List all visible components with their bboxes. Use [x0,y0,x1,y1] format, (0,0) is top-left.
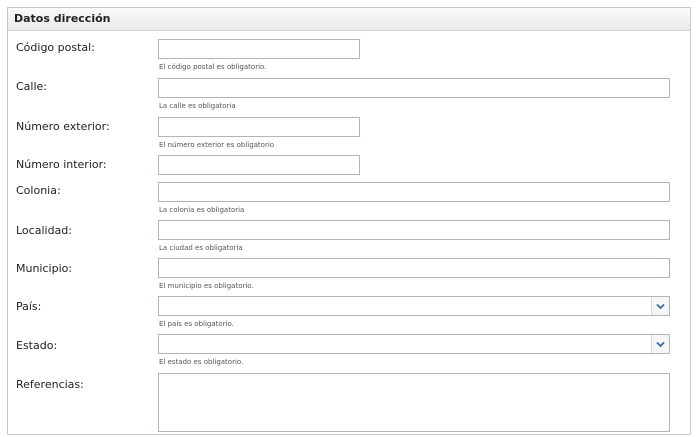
referencias-textarea[interactable] [158,373,670,432]
chevron-down-icon [656,341,665,347]
estado-hint: El estado es obligatorio. [159,358,244,366]
codigo-postal-hint: El código postal es obligatorio. [159,63,267,71]
localidad-label: Localidad: [16,224,72,237]
calle-hint: La calle es obligatoria [159,102,236,110]
estado-select[interactable] [158,334,670,354]
calle-input[interactable] [158,78,670,98]
colonia-input[interactable] [158,182,670,202]
numero-interior-input[interactable] [158,155,360,175]
localidad-input[interactable] [158,220,670,240]
panel-header: Datos dirección [8,8,690,31]
pais-select[interactable] [158,296,670,316]
chevron-down-icon [656,303,665,309]
localidad-hint: La ciudad es obligatoria [159,244,243,252]
codigo-postal-label: Código postal: [16,41,95,54]
municipio-input[interactable] [158,258,670,278]
numero-interior-label: Número interior: [16,158,107,171]
estado-label: Estado: [16,339,58,352]
pais-label: País: [16,300,42,313]
colonia-hint: La colonia es obligatoria [159,206,245,214]
pais-dropdown-button[interactable] [651,297,669,315]
municipio-hint: El municipio es obligatorio. [159,282,254,290]
estado-dropdown-button[interactable] [651,335,669,353]
municipio-label: Municipio: [16,262,73,275]
numero-exterior-label: Número exterior: [16,120,110,133]
codigo-postal-input[interactable] [158,39,360,59]
numero-exterior-input[interactable] [158,117,360,137]
address-panel: Datos dirección Código postal: El código… [7,7,691,435]
pais-hint: El país es obligatorio. [159,320,234,328]
referencias-label: Referencias: [16,378,84,391]
section-title: Datos dirección [14,12,111,25]
calle-label: Calle: [16,80,48,93]
numero-exterior-hint: El número exterior es obligatorio [159,141,275,149]
colonia-label: Colonia: [16,184,61,197]
